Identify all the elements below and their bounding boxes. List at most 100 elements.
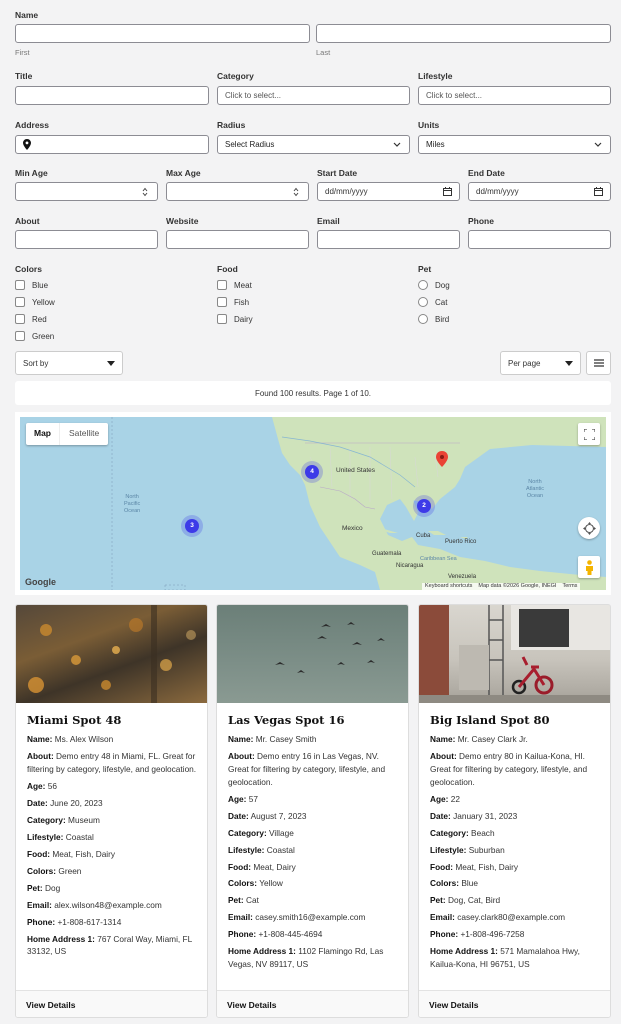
list-view-button[interactable] xyxy=(586,351,611,375)
result-card: Las Vegas Spot 16 Name: Mr. Casey Smith … xyxy=(216,604,409,1018)
sort-by-label: Sort by xyxy=(23,358,49,368)
pet-label: Pet xyxy=(418,264,432,274)
checkbox[interactable] xyxy=(15,280,25,290)
email-label: Email xyxy=(317,216,340,226)
email-input[interactable] xyxy=(317,230,460,249)
terms-link[interactable]: Terms xyxy=(562,583,577,590)
card-email-row: Email: casey.smith16@example.com xyxy=(228,912,366,923)
website-input[interactable] xyxy=(166,230,309,249)
card-email-row: Email: alex.wilson48@example.com xyxy=(27,899,162,910)
phone-label: Phone xyxy=(468,216,494,226)
card-pet-row: Pet: Cat xyxy=(228,895,259,906)
calendar-icon[interactable] xyxy=(442,187,452,197)
color-option-green[interactable]: Green xyxy=(15,331,54,341)
checkbox[interactable] xyxy=(15,297,25,307)
title-input[interactable] xyxy=(15,86,209,105)
card-photo-autumn xyxy=(16,605,207,703)
category-select[interactable]: Click to select... xyxy=(217,86,410,105)
max-age-input[interactable] xyxy=(166,182,309,201)
card-lifestyle-row: Lifestyle: Coastal xyxy=(27,831,94,842)
cluster-marker-east[interactable]: 2 xyxy=(420,502,428,509)
keyboard-shortcuts-link[interactable]: Keyboard shortcuts xyxy=(425,583,472,590)
min-age-input[interactable] xyxy=(15,182,158,201)
cluster-marker-hawaii[interactable]: 3 xyxy=(188,522,196,529)
phone-input[interactable] xyxy=(468,230,611,249)
about-input[interactable] xyxy=(15,230,158,249)
start-date-input[interactable]: dd/mm/yyyy xyxy=(317,182,460,201)
view-details-link[interactable]: View Details xyxy=(419,990,610,1017)
food-option-fish[interactable]: Fish xyxy=(217,297,249,307)
camera-control-button[interactable] xyxy=(578,517,600,539)
chevron-down-icon xyxy=(392,140,402,150)
card-category-row: Category: Village xyxy=(228,827,294,838)
color-option-red[interactable]: Red xyxy=(15,314,47,324)
lifestyle-label: Lifestyle xyxy=(418,71,453,81)
hamburger-icon xyxy=(593,359,604,367)
first-name-input[interactable] xyxy=(15,24,310,43)
fullscreen-button[interactable] xyxy=(578,423,600,445)
name-label: Name xyxy=(15,10,39,20)
food-option-dairy[interactable]: Dairy xyxy=(217,314,253,324)
radio[interactable] xyxy=(418,314,428,324)
map-canvas[interactable]: 4 2 3 United States Mexico Cuba Puerto R… xyxy=(20,417,606,590)
pet-option-dog[interactable]: Dog xyxy=(418,280,450,290)
card-colors-row: Colors: Yellow xyxy=(228,878,283,889)
map-container[interactable]: 4 2 3 United States Mexico Cuba Puerto R… xyxy=(15,412,611,595)
checkbox[interactable] xyxy=(217,297,227,307)
end-date-placeholder: dd/mm/yyyy xyxy=(476,187,519,196)
calendar-icon[interactable] xyxy=(593,187,603,197)
pet-option-cat[interactable]: Cat xyxy=(418,297,447,307)
food-label: Food xyxy=(217,264,238,274)
card-colors-row: Colors: Green xyxy=(27,865,82,876)
color-option-blue[interactable]: Blue xyxy=(15,280,48,290)
card-colors-row: Colors: Blue xyxy=(430,878,478,889)
radius-select[interactable]: Select Radius xyxy=(217,135,410,154)
card-photo-tricycle xyxy=(419,605,610,703)
radio[interactable] xyxy=(418,280,428,290)
cluster-marker-west[interactable]: 4 xyxy=(308,468,316,475)
map-label-guatemala: Guatemala xyxy=(372,551,402,557)
card-title: Big Island Spot 80 xyxy=(430,713,550,727)
view-details-link[interactable]: View Details xyxy=(16,990,207,1017)
card-age-row: Age: 57 xyxy=(228,793,258,804)
card-title: Miami Spot 48 xyxy=(27,713,122,727)
card-category-row: Category: Beach xyxy=(430,827,495,838)
satellite-tab[interactable]: Satellite xyxy=(59,423,108,445)
start-date-placeholder: dd/mm/yyyy xyxy=(325,187,368,196)
map-data-text: Map data ©2026 Google, INEGI xyxy=(478,583,557,589)
checkbox[interactable] xyxy=(15,314,25,324)
radius-label: Radius xyxy=(217,120,246,130)
address-input[interactable] xyxy=(15,135,209,154)
card-name-row: Name: Mr. Casey Clark Jr. xyxy=(430,734,528,744)
checkbox[interactable] xyxy=(15,331,25,341)
fullscreen-icon xyxy=(583,428,595,440)
map-type-control[interactable]: Map Satellite xyxy=(26,423,109,445)
sort-by-select[interactable]: Sort by xyxy=(15,351,123,375)
end-date-input[interactable]: dd/mm/yyyy xyxy=(468,182,611,201)
camera-control-icon xyxy=(582,521,596,535)
end-date-label: End Date xyxy=(468,168,505,178)
first-name-sublabel: First xyxy=(15,48,30,57)
last-name-input[interactable] xyxy=(316,24,611,43)
card-phone-row: Phone: +1-808-445-4694 xyxy=(228,929,323,940)
stepper-icon[interactable] xyxy=(140,187,150,197)
card-date-row: Date: August 7, 2023 xyxy=(228,810,307,821)
view-details-link[interactable]: View Details xyxy=(217,990,408,1017)
lifestyle-select[interactable]: Click to select... xyxy=(418,86,611,105)
street-view-button[interactable] xyxy=(578,556,600,578)
card-pet-row: Pet: Dog, Cat, Bird xyxy=(430,895,501,906)
food-option-meat[interactable]: Meat xyxy=(217,280,252,290)
color-option-yellow[interactable]: Yellow xyxy=(15,297,55,307)
units-select[interactable]: Miles xyxy=(418,135,611,154)
map-tab[interactable]: Map xyxy=(26,423,59,445)
checkbox[interactable] xyxy=(217,314,227,324)
pet-option-bird[interactable]: Bird xyxy=(418,314,449,324)
map-label-us: United States xyxy=(336,467,376,474)
checkbox[interactable] xyxy=(217,280,227,290)
stepper-icon[interactable] xyxy=(291,187,301,197)
card-date-row: Date: January 31, 2023 xyxy=(430,810,518,821)
card-address-row: Home Address 1: 767 Coral Way, Miami, FL… xyxy=(27,933,192,957)
card-photo-birds xyxy=(217,605,408,703)
radio[interactable] xyxy=(418,297,428,307)
per-page-select[interactable]: Per page xyxy=(500,351,581,375)
